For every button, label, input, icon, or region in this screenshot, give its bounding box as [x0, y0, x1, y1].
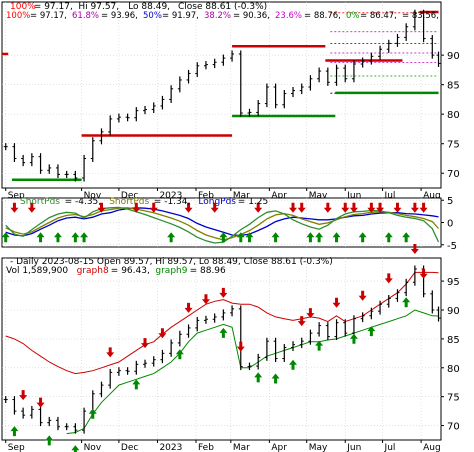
fib-label: 0%: [346, 11, 360, 21]
header-text: graph8: [77, 266, 109, 276]
x-tick-label: Aug: [423, 443, 441, 452]
fib-label: 38.2%: [204, 11, 231, 21]
fib-value: = 86.47,: [360, 11, 397, 21]
chart-stage: 70 75 80 85 90 Sep Nov Dec 2023 Feb Mar Apr May Jun Ju…: [1, 1, 460, 452]
x-tick-label: Jul: [384, 443, 396, 452]
x-tick-label: Jun: [346, 443, 361, 452]
price-graphs-panel: 70 75 80 85 90 95 Sep Nov Dec 2023 Feb Mar Apr May Jun…: [1, 243, 460, 452]
fib-value: = 83.56,: [402, 11, 439, 21]
fib-label: 61.8%: [72, 11, 99, 21]
y-tick-label: 85: [447, 335, 460, 346]
header-text: Vol 1,589,900: [6, 266, 68, 276]
price-fibonacci-panel: 7075808590Sep Nov Dec 2023 Feb Mar Apr May Jun Ju…: [1, 1, 460, 201]
header-text: = -4.35,: [65, 197, 102, 207]
y-tick-label: 0: [447, 219, 453, 230]
x-tick-label: Feb: [198, 443, 214, 452]
x-tick-label: Sep: [8, 443, 25, 452]
fib-label: 23.6%: [275, 11, 302, 21]
x-tick-label: Dec: [121, 443, 138, 452]
fib-value: = 90.36,: [233, 11, 270, 21]
fib-value: = 93.96,: [101, 11, 138, 21]
header-text: ShortPds: [20, 197, 60, 207]
header-text: = -1.34,: [154, 197, 191, 207]
fib-label: 100%: [6, 11, 30, 21]
y-tick-label: 95: [447, 277, 460, 288]
header-text: ShortPds: [109, 197, 149, 207]
x-tick-label: Apr: [271, 443, 287, 452]
header-text: = 88.96: [190, 266, 226, 276]
plot-frame: [1, 257, 442, 441]
y-tick-label: 90: [447, 51, 460, 62]
y-tick-label: 90: [447, 306, 460, 317]
fib-value: = 97.17,: [30, 11, 67, 21]
fib-label: 50%: [143, 11, 162, 21]
y-tick-label: 70: [447, 169, 460, 180]
fib-value: = 91.97,: [162, 11, 199, 21]
x-tick-label: Mar: [233, 443, 250, 452]
y-tick-label: 80: [447, 110, 460, 121]
header-text: = 1.25: [238, 197, 268, 207]
short-long-pds-panel: 5 0 -5 ShortPds = -4.35, ShortPds = -1.34, Long…: [1, 196, 457, 252]
y-tick-label: 75: [447, 140, 460, 151]
x-tick-label: Nov: [84, 443, 102, 452]
y-tick-label: 70: [447, 422, 460, 433]
y-tick-label: 5: [447, 196, 453, 207]
y-tick-label: -5: [447, 241, 457, 252]
plot-frame: [1, 1, 442, 189]
y-tick-label: 85: [447, 81, 460, 92]
x-tick-label: May: [309, 443, 328, 452]
buy-signal-arrow: [71, 445, 80, 452]
header-text: LongPds: [198, 197, 236, 207]
header-text: = 96.43,: [111, 266, 150, 276]
header-text: graph9: [155, 266, 187, 276]
fib-value: = 88.76,: [304, 11, 341, 21]
x-tick-label: 2023: [159, 443, 182, 452]
y-tick-label: 80: [447, 364, 460, 375]
y-tick-label: 75: [447, 393, 460, 404]
